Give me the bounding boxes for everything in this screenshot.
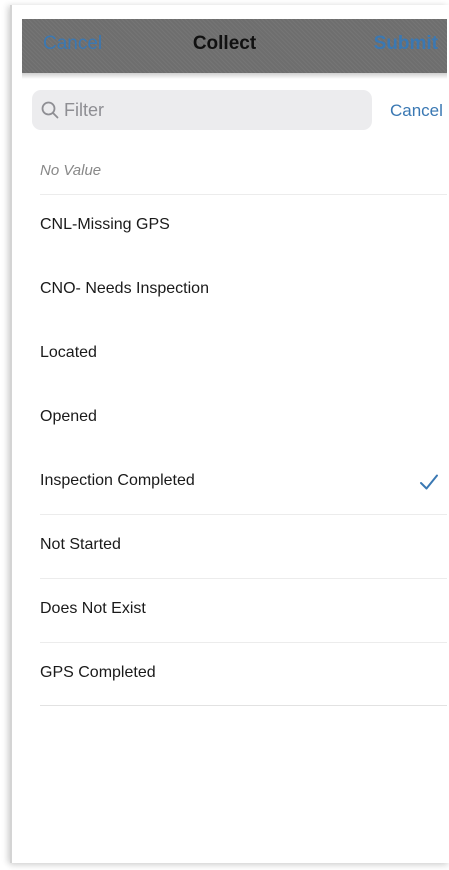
list-item-selected[interactable]: Inspection Completed	[40, 450, 447, 514]
list-item-label: CNL-Missing GPS	[40, 216, 170, 233]
list-item-label: Not Started	[40, 536, 121, 553]
submit-button[interactable]: Submit	[374, 33, 438, 55]
list-item-label: CNO- Needs Inspection	[40, 280, 209, 297]
list-item-label: Opened	[40, 408, 97, 425]
list-item-label: Does Not Exist	[40, 600, 146, 617]
list-item[interactable]: CNL-Missing GPS	[40, 194, 447, 258]
search-field[interactable]	[32, 90, 372, 130]
options-list: No Value CNL-Missing GPS CNO- Needs Insp…	[40, 143, 447, 706]
list-item-no-value[interactable]: No Value	[40, 143, 447, 194]
search-input[interactable]	[64, 90, 364, 130]
list-item-label: Located	[40, 344, 97, 361]
list-item-label: GPS Completed	[40, 664, 156, 681]
list-item[interactable]: Does Not Exist	[40, 578, 447, 642]
search-icon	[41, 101, 59, 119]
list-item[interactable]: GPS Completed	[40, 642, 447, 706]
list-item[interactable]: Located	[40, 322, 447, 386]
search-cancel-button[interactable]: Cancel	[390, 101, 443, 121]
navbar-shadow	[22, 73, 447, 79]
navigation-bar: Cancel Collect Submit	[22, 19, 447, 73]
list-item-label: Inspection Completed	[40, 472, 195, 489]
list-item-label: No Value	[40, 162, 102, 179]
list-item[interactable]: CNO- Needs Inspection	[40, 258, 447, 322]
checkmark-icon	[420, 474, 438, 490]
list-item[interactable]: Not Started	[40, 514, 447, 578]
list-item[interactable]: Opened	[40, 386, 447, 450]
